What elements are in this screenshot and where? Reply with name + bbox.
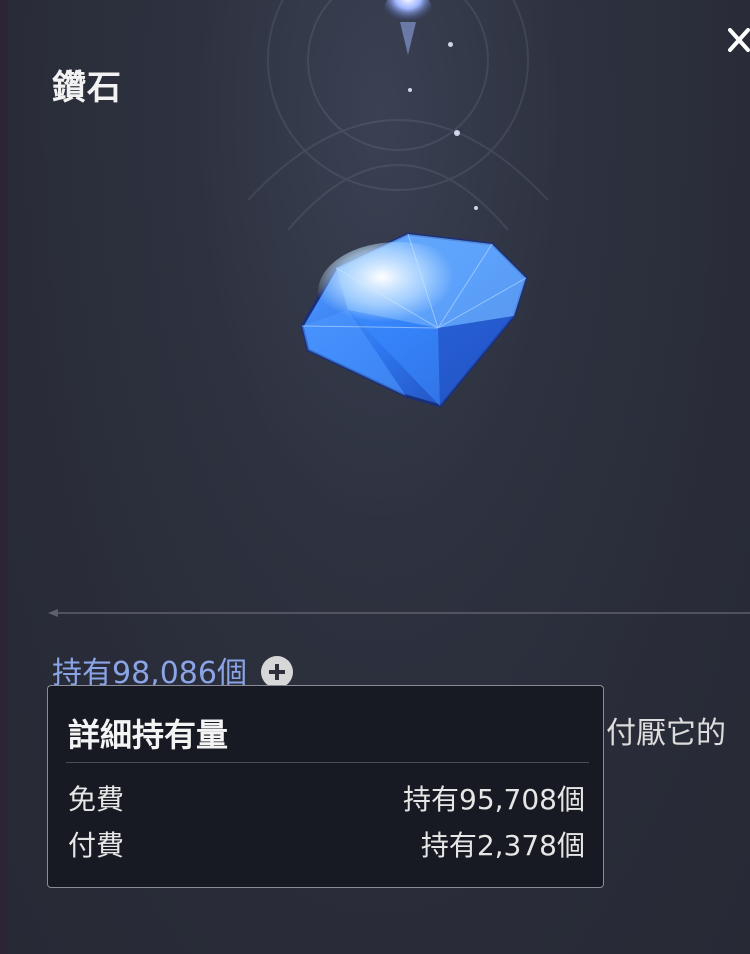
sparkle [408,88,412,92]
close-icon[interactable] [724,22,750,62]
tooltip-row-value: 持有2,378個 [420,829,585,862]
tooltip-row-label: 免費 [68,783,125,816]
diamond-gem-icon [300,232,528,408]
held-quantity-row[interactable]: 持有98,086個 [52,650,293,691]
page-title: 鑽石 [52,68,122,108]
tooltip-row-label: 付費 [68,829,125,862]
section-divider [48,609,750,617]
sparkle [448,42,453,47]
tooltip-row-value: 持有95,708個 [403,783,585,816]
tooltip-row-free: 免費 持有95,708個 [68,780,585,816]
tooltip-row-paid: 付費 持有2,378個 [68,826,585,862]
top-glow-light [384,0,432,55]
tooltip-divider [66,762,589,763]
background-edge [0,0,8,954]
holdings-detail-tooltip: 詳細持有量 免費 持有95,708個 付費 持有2,378個 [47,685,604,888]
tooltip-title: 詳細持有量 [68,716,229,754]
sparkle [474,206,478,210]
item-description-partial: 付厭它的 [606,716,726,751]
sparkle [454,130,460,136]
plus-icon[interactable] [260,656,293,688]
